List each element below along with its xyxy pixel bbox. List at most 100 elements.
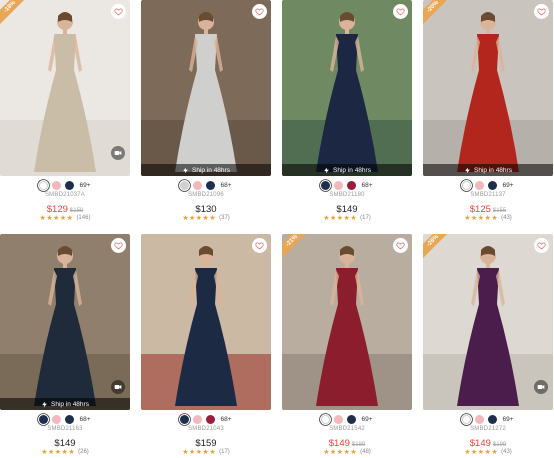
- review-count: (26): [78, 449, 89, 455]
- review-count: (37): [219, 215, 230, 221]
- dress-photo: [141, 234, 271, 410]
- rating-row[interactable]: ★★★★★ (48): [282, 448, 412, 456]
- more-colors-count[interactable]: 68+: [220, 182, 231, 189]
- price-row: $149: [0, 433, 130, 449]
- more-colors-count[interactable]: 68+: [361, 182, 372, 189]
- ship-text: Ship in 48hrs: [333, 166, 371, 174]
- color-swatch[interactable]: [39, 415, 49, 424]
- color-swatch[interactable]: [475, 181, 485, 190]
- color-swatches: 68+: [141, 180, 271, 191]
- rating-row[interactable]: ★★★★★ (43): [423, 214, 553, 222]
- star-rating: ★★★★★: [39, 215, 74, 222]
- color-swatch[interactable]: [52, 181, 62, 190]
- product-image[interactable]: -26%: [423, 234, 553, 410]
- heart-icon: [255, 242, 264, 250]
- more-colors-count[interactable]: 69+: [502, 182, 513, 189]
- more-colors-count[interactable]: 69+: [79, 182, 90, 189]
- rating-row[interactable]: ★★★★★ (17): [141, 448, 271, 456]
- product-grid: -18% 69+ SMBD21037A $129 $159 ★★★★★ (146) Ship…: [0, 0, 554, 458]
- wishlist-button[interactable]: [252, 238, 267, 253]
- lightning-icon: [465, 167, 470, 173]
- color-swatch[interactable]: [462, 181, 472, 190]
- color-swatch[interactable]: [334, 181, 344, 190]
- heart-icon: [537, 242, 546, 250]
- color-swatch[interactable]: [206, 415, 216, 424]
- review-count: (48): [360, 449, 371, 455]
- video-button[interactable]: [111, 146, 125, 160]
- wishlist-button[interactable]: [534, 238, 549, 253]
- color-swatch[interactable]: [180, 415, 190, 424]
- dress-photo: [282, 0, 412, 176]
- color-swatch[interactable]: [180, 181, 190, 190]
- color-swatches: 68+: [0, 414, 130, 425]
- review-count: (146): [76, 215, 91, 221]
- product-card[interactable]: -20% Ship in 48hrs 69+ SMBD21137 $125 $155 ★★★…: [423, 0, 553, 222]
- product-card[interactable]: 68+ SMBD21043 $159 ★★★★★ (17): [141, 234, 271, 456]
- rating-row[interactable]: ★★★★★ (37): [141, 214, 271, 222]
- color-swatch[interactable]: [488, 415, 498, 424]
- color-swatch[interactable]: [321, 181, 331, 190]
- color-swatches: 69+: [0, 180, 130, 191]
- video-camera-icon: [114, 151, 122, 155]
- video-camera-icon: [114, 385, 122, 389]
- color-swatch[interactable]: [334, 415, 344, 424]
- color-swatch[interactable]: [206, 181, 216, 190]
- product-card[interactable]: Ship in 48hrs 68+ SMBD21180 $149 ★★★★★ (17): [282, 0, 412, 222]
- product-image[interactable]: Ship in 48hrs: [141, 0, 271, 176]
- color-swatch[interactable]: [488, 181, 498, 190]
- product-image[interactable]: [141, 234, 271, 410]
- rating-row[interactable]: ★★★★★ (17): [282, 214, 412, 222]
- color-swatches: 68+: [282, 180, 412, 191]
- more-colors-count[interactable]: 68+: [220, 416, 231, 423]
- more-colors-count[interactable]: 69+: [502, 416, 513, 423]
- product-image[interactable]: -20% Ship in 48hrs: [423, 0, 553, 176]
- wishlist-button[interactable]: [534, 4, 549, 19]
- color-swatch[interactable]: [462, 415, 472, 424]
- rating-row[interactable]: ★★★★★ (26): [0, 448, 130, 456]
- color-swatch[interactable]: [347, 415, 357, 424]
- star-rating: ★★★★★: [182, 449, 217, 456]
- wishlist-button[interactable]: [252, 4, 267, 19]
- video-camera-icon: [537, 385, 545, 389]
- product-image[interactable]: Ship in 48hrs: [0, 234, 130, 410]
- wishlist-button[interactable]: [111, 4, 126, 19]
- color-swatch[interactable]: [193, 415, 203, 424]
- color-swatch[interactable]: [321, 415, 331, 424]
- product-card[interactable]: Ship in 48hrs 68+ SMBD21096 $130 ★★★★★ (37): [141, 0, 271, 222]
- color-swatch[interactable]: [65, 415, 75, 424]
- price-row: $149 $199: [423, 433, 553, 449]
- wishlist-button[interactable]: [393, 238, 408, 253]
- color-swatch[interactable]: [193, 181, 203, 190]
- wishlist-button[interactable]: [393, 4, 408, 19]
- color-swatch[interactable]: [65, 181, 75, 190]
- more-colors-count[interactable]: 68+: [79, 416, 90, 423]
- video-button[interactable]: [534, 380, 548, 394]
- color-swatch[interactable]: [347, 181, 357, 190]
- more-colors-count[interactable]: 69+: [361, 416, 372, 423]
- color-swatch[interactable]: [39, 181, 49, 190]
- wishlist-button[interactable]: [111, 238, 126, 253]
- color-swatch[interactable]: [52, 415, 62, 424]
- lightning-icon: [183, 167, 188, 173]
- rating-row[interactable]: ★★★★★ (146): [0, 214, 130, 222]
- price-row: $159: [141, 433, 271, 449]
- heart-icon: [537, 8, 546, 16]
- color-swatch[interactable]: [475, 415, 485, 424]
- heart-icon: [396, 8, 405, 16]
- product-image[interactable]: -18%: [0, 0, 130, 176]
- rating-row[interactable]: ★★★★★ (43): [423, 448, 553, 456]
- heart-icon: [114, 8, 123, 16]
- heart-icon: [396, 242, 405, 250]
- product-image[interactable]: -21%: [282, 234, 412, 410]
- price-row: $149 $189: [282, 433, 412, 449]
- product-code: SMBD21163: [47, 426, 83, 432]
- product-card[interactable]: -26% 69+ SMBD21272 $149 $199 ★★★★★ (43): [423, 234, 553, 456]
- product-code: SMBD21180: [329, 192, 365, 198]
- product-image[interactable]: Ship in 48hrs: [282, 0, 412, 176]
- ship-banner: Ship in 48hrs: [141, 164, 271, 176]
- ship-text: Ship in 48hrs: [51, 400, 89, 408]
- product-card[interactable]: -21% 69+ SMBD21542 $149 $189 ★★★★★ (48): [282, 234, 412, 456]
- video-button[interactable]: [111, 380, 125, 394]
- product-card[interactable]: -18% 69+ SMBD21037A $129 $159 ★★★★★ (146): [0, 0, 130, 222]
- product-card[interactable]: Ship in 48hrs 68+ SMBD21163 $149 ★★★★★ (26): [0, 234, 130, 456]
